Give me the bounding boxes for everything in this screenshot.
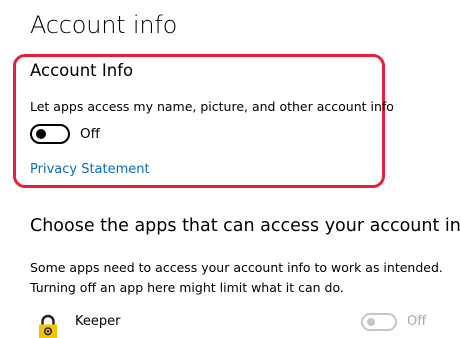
settings-page: Account info Account Info Let apps acces…	[0, 0, 460, 338]
privacy-statement-link[interactable]: Privacy Statement	[30, 161, 150, 179]
toggle-knob	[367, 318, 375, 326]
account-access-toggle[interactable]	[30, 124, 70, 144]
keeper-toggle-state: Off	[407, 314, 427, 329]
account-access-toggle-state: Off	[80, 126, 100, 142]
page-title: Account info	[30, 11, 178, 39]
choose-apps-section-title: Choose the apps that can access your acc…	[30, 216, 460, 236]
keeper-lock-icon	[39, 314, 57, 338]
account-info-section-title: Account Info	[30, 61, 134, 80]
toggle-knob	[36, 129, 46, 139]
description-line: Some apps need to access your account in…	[30, 260, 443, 275]
description-line: Turning off an app here might limit what…	[30, 280, 344, 295]
account-access-setting-label: Let apps access my name, picture, and ot…	[30, 99, 394, 114]
app-row-keeper: Keeper Off	[30, 311, 432, 338]
account-access-toggle-row[interactable]: Off	[30, 124, 100, 144]
keeper-access-toggle[interactable]	[361, 313, 397, 331]
keeper-toggle-row[interactable]: Off	[361, 312, 426, 332]
choose-apps-description: Some apps need to access your account in…	[30, 258, 443, 298]
app-name: Keeper	[75, 314, 121, 329]
